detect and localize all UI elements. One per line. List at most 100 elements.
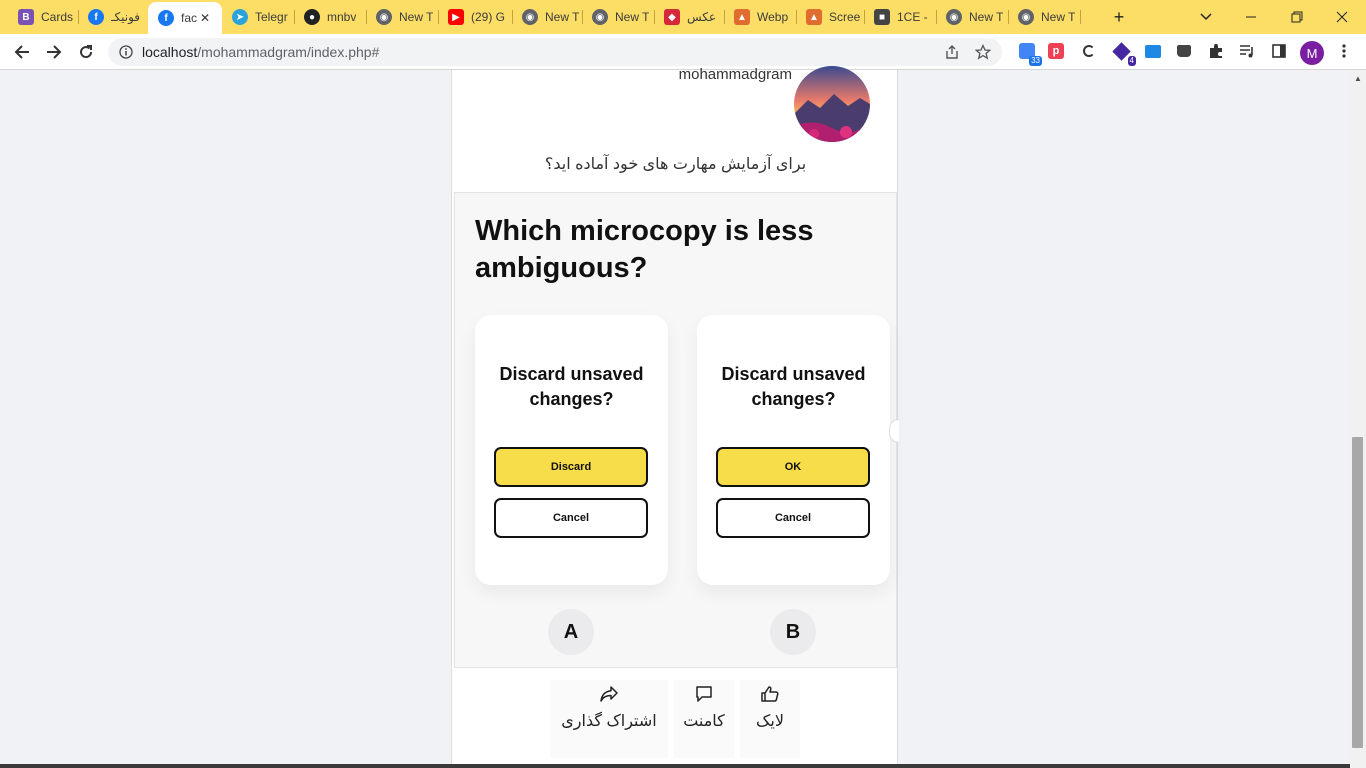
option-b-card: Discard unsaved changes? OK Cancel	[697, 315, 890, 585]
option-b-ok-button: OK	[716, 447, 870, 487]
extension-store[interactable]	[1173, 40, 1195, 62]
browser-tab[interactable]: f فونیکـ	[78, 5, 148, 29]
share-label: اشتراک گذاری	[561, 713, 657, 730]
carousel-next-peek[interactable]	[889, 419, 899, 443]
restore-button[interactable]	[1283, 5, 1311, 29]
extension-diamond[interactable]: 4	[1110, 40, 1136, 66]
share-button[interactable]: اشتراک گذاری	[550, 680, 668, 758]
page-scrollbar[interactable]: ▲	[1350, 70, 1366, 768]
tab-separator	[796, 10, 797, 24]
extension-badge-count: 4	[1127, 56, 1136, 66]
browser-tab[interactable]: ◉ New T	[366, 5, 438, 29]
extensions-menu-button[interactable]	[1205, 40, 1227, 62]
facebook-icon: f	[88, 9, 104, 25]
browser-tab[interactable]: ◆ عکس	[654, 5, 724, 29]
info-icon[interactable]	[119, 45, 133, 59]
option-a-title: Discard unsaved changes?	[499, 364, 644, 409]
tab-separator	[936, 10, 937, 24]
extension-screen[interactable]	[1142, 40, 1164, 62]
tab-strip: B Cards f فونیکـ f fac ✕ ➤ Telegr ● mnbv ◉ New T ▶ (29…	[0, 0, 1366, 34]
browser-tab[interactable]: f fac ✕	[148, 2, 222, 34]
side-panel-button[interactable]	[1268, 40, 1290, 62]
page-viewport: mohammadgram برای آزمایش مهارت های خود آ…	[0, 66, 1350, 768]
tab-search-button[interactable]	[1192, 5, 1220, 29]
minimize-icon	[1246, 16, 1256, 18]
chrome-icon: ◉	[522, 9, 538, 25]
like-button[interactable]: لایک	[740, 680, 800, 758]
tab-separator	[366, 10, 367, 24]
browser-tab[interactable]: ◉ New T	[1008, 5, 1080, 29]
reload-button[interactable]	[72, 38, 100, 66]
tab-title: Scree	[829, 10, 861, 24]
browser-tab[interactable]: B Cards	[8, 5, 78, 29]
tab-title: New T	[399, 10, 434, 24]
new-tab-button[interactable]: +	[1105, 5, 1133, 29]
chevron-down-icon	[1200, 13, 1212, 21]
browser-tab[interactable]: ● mnbv	[294, 5, 366, 29]
extension-badge-count: 33	[1029, 56, 1042, 66]
bookmark-star-icon[interactable]	[975, 44, 991, 60]
tab-title: New T	[615, 10, 650, 24]
tab-title: New T	[969, 10, 1004, 24]
new-tab-plus-icon: +	[1113, 6, 1125, 27]
browser-toolbar: localhost/mohammadgram/index.php# 33 p 4	[0, 34, 1366, 70]
share-arrow-icon	[600, 686, 618, 702]
scrollbar-thumb[interactable]	[1352, 437, 1363, 748]
github-icon: ●	[304, 9, 320, 25]
media-control-button[interactable]	[1236, 40, 1258, 62]
tab-separator	[654, 10, 655, 24]
store-icon: ■	[874, 9, 890, 25]
bootstrap-icon: B	[18, 9, 34, 25]
browser-tab[interactable]: ▶ (29) G	[438, 5, 512, 29]
tab-title: New T	[1041, 10, 1076, 24]
image-icon: ▲	[734, 9, 750, 25]
close-tab-icon[interactable]: ✕	[198, 11, 212, 25]
back-button[interactable]	[8, 38, 36, 66]
browser-tab[interactable]: ➤ Telegr	[222, 5, 294, 29]
profile-avatar[interactable]: M	[1300, 41, 1324, 65]
browser-tab[interactable]: ◉ New T	[582, 5, 654, 29]
browser-menu-button[interactable]	[1333, 40, 1355, 62]
option-b-cancel-button: Cancel	[716, 498, 870, 538]
chrome-icon: ◉	[946, 9, 962, 25]
post-author-avatar[interactable]	[794, 66, 870, 142]
extension-c[interactable]	[1078, 40, 1100, 62]
url-path: /mohammadgram/index.php#	[197, 44, 380, 60]
option-a-letter: A	[548, 609, 594, 655]
post-username[interactable]: mohammadgram	[672, 66, 792, 83]
url-host: localhost	[142, 44, 198, 60]
extension-pocket[interactable]: p	[1045, 40, 1067, 62]
arrow-left-icon	[14, 45, 29, 59]
comment-bubble-icon	[696, 686, 712, 702]
extension-translate[interactable]: 33	[1016, 40, 1042, 66]
browser-tab[interactable]: ▲ Webp	[724, 5, 796, 29]
browser-tab[interactable]: ■ 1CE -	[864, 5, 936, 29]
tab-separator	[294, 10, 295, 24]
playlist-icon	[1240, 45, 1253, 58]
share-page-icon[interactable]	[944, 44, 960, 60]
browser-tab[interactable]: ◉ New T	[936, 5, 1008, 29]
option-b-title: Discard unsaved changes?	[721, 364, 866, 409]
close-window-button[interactable]	[1328, 5, 1356, 29]
post-caption: برای آزمایش مهارت های خود آماده اید؟	[544, 156, 807, 173]
browser-tab[interactable]: ◉ New T	[512, 5, 582, 29]
url-text[interactable]: localhost/mohammadgram/index.php#	[142, 44, 379, 60]
address-bar[interactable]: localhost/mohammadgram/index.php#	[108, 38, 1002, 66]
tab-title: Webp	[757, 10, 789, 24]
tab-separator	[438, 10, 439, 24]
comment-button[interactable]: کامنت	[674, 680, 734, 758]
quiz-question: Which microcopy is less ambiguous?	[475, 215, 814, 284]
scroll-up-arrow-icon[interactable]: ▲	[1353, 75, 1363, 83]
tab-title: 1CE -	[897, 10, 928, 24]
minimize-button[interactable]	[1237, 5, 1265, 29]
tab-separator	[1080, 10, 1081, 24]
close-icon	[1336, 11, 1348, 23]
thumbs-up-icon	[761, 686, 779, 702]
post-actions: اشتراک گذاری کامنت لایک	[550, 680, 800, 758]
forward-button[interactable]	[40, 38, 68, 66]
option-a-cancel-button: Cancel	[494, 498, 648, 538]
like-label: لایک	[756, 713, 784, 730]
option-b-letter: B	[770, 609, 816, 655]
browser-tab[interactable]: ▲ Scree	[796, 5, 864, 29]
tab-title: mnbv	[327, 10, 357, 24]
